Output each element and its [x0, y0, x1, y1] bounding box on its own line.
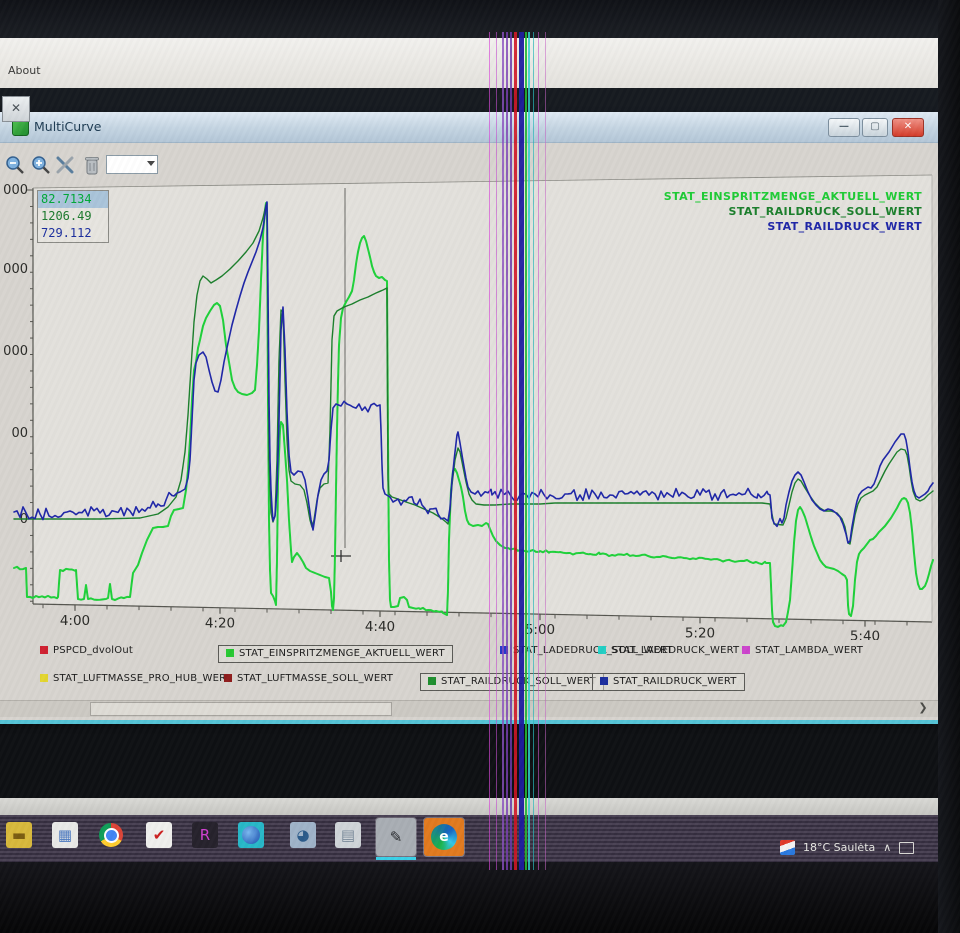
scrollbar-thumb[interactable] [90, 702, 392, 716]
legend-swatch [40, 646, 48, 654]
y-tick-label: 00 [11, 426, 28, 441]
trash-button[interactable] [83, 154, 101, 176]
legend-swatch [600, 677, 608, 685]
x-tick-label: 4:00 [60, 613, 90, 629]
monitor-photo: About ✕ MultiCurve —▢✕ 5 0000000000004:0… [0, 0, 960, 933]
edge-browser-icon[interactable]: e [423, 817, 465, 857]
minimize-button[interactable]: — [828, 118, 860, 137]
desktop-background [0, 722, 960, 798]
sketch-app-icon[interactable]: ✎ [375, 817, 417, 857]
chevron-down-icon [147, 161, 155, 166]
zoom-out-button[interactable] [5, 155, 25, 175]
active-series-label: STAT_RAILDRUCK_WERT [767, 220, 922, 233]
dead-pixel-line [514, 32, 517, 870]
y-tick-label: 000 [3, 344, 28, 359]
legend-item[interactable]: STAT_LADEDRUCK_WERT [598, 645, 739, 656]
legend-swatch [224, 674, 232, 682]
curve-select-dropdown[interactable] [106, 155, 158, 174]
dead-pixel-line [519, 32, 524, 870]
legend-label: STAT_EINSPRITZMENGE_AKTUELL_WERT [239, 648, 445, 659]
legend-label: STAT_LUFTMASSE_SOLL_WERT [237, 673, 394, 684]
chevron-up-icon[interactable]: ∧ [883, 841, 891, 854]
close-icon: ✕ [10, 101, 22, 115]
monitor-bezel-top [0, 0, 960, 38]
tab-close-button[interactable]: ✕ [2, 96, 30, 122]
legend-item[interactable]: STAT_LAMBDA_WERT [742, 645, 863, 656]
legend-label: STAT_LADEDRUCK_WERT [611, 645, 740, 656]
dead-pixel-line [525, 32, 527, 870]
window-titlebar[interactable] [0, 112, 940, 143]
active-app-indicator [376, 857, 416, 860]
globe-app-icon[interactable] [238, 822, 264, 848]
dead-pixel-line [510, 32, 512, 870]
tray-weather-text[interactable]: 18°C Saulėta [803, 841, 875, 854]
y-tick-label: 5 000 [0, 183, 28, 198]
legend-item[interactable]: STAT_LUFTMASSE_SOLL_WERT [224, 673, 393, 684]
active-series-legend: STAT_EINSPRITZMENGE_AKTUELL_WERT STAT_RAI… [300, 189, 922, 234]
x-tick-label: 4:40 [365, 619, 395, 635]
dead-pixel-line [496, 32, 497, 870]
legend-swatch [428, 677, 436, 685]
legend-item[interactable]: STAT_EINSPRITZMENGE_AKTUELL_WERT [218, 645, 453, 663]
readout-value: 1206.49 [41, 209, 92, 223]
legend-label: PSPCD_dvolOut [53, 645, 133, 656]
zoom-in-button[interactable] [31, 155, 51, 175]
dead-pixel-line [489, 32, 490, 870]
x-tick-label: 5:40 [850, 629, 880, 640]
legend-label: STAT_LAMBDA_WERT [755, 645, 864, 656]
x-tick-label: 4:20 [205, 616, 235, 632]
legend-swatch [40, 674, 48, 682]
y-tick-label: 000 [3, 262, 28, 277]
folder-app-icon[interactable]: ▬ [6, 822, 32, 848]
desktop-dark-band [0, 88, 960, 114]
readout-value: 82.7134 [38, 191, 108, 208]
monitor-bezel-right [938, 0, 960, 933]
scroll-right-arrow[interactable]: ❯ [912, 700, 934, 716]
chrome-icon[interactable] [98, 822, 124, 848]
utility-app-icon[interactable]: ▤ [335, 822, 361, 848]
plot-area[interactable] [33, 175, 932, 622]
legend-item[interactable]: PSPCD_dvolOut [40, 645, 133, 656]
legend-swatch [226, 649, 234, 657]
legend-swatch [742, 646, 750, 654]
monitor-bezel-bottom [0, 862, 960, 933]
dead-pixel-line [545, 32, 546, 870]
checklist-app-icon[interactable]: ✔ [146, 822, 172, 848]
menu-item-about[interactable]: About [8, 64, 41, 77]
active-series-label: STAT_RAILDRUCK_SOLL_WERT [728, 205, 922, 218]
cursor-readout-box: 82.7134 1206.49 729.112 [37, 190, 109, 243]
maximize-button[interactable]: ▢ [862, 118, 888, 137]
network-icon[interactable] [899, 841, 915, 854]
chart-plot[interactable]: 5 0000000000004:004:204:405:005:205:40 [0, 168, 940, 640]
legend-label: STAT_LUFTMASSE_PRO_HUB_WERT [53, 673, 232, 684]
legend-item[interactable]: STAT_LUFTMASSE_PRO_HUB_WERT [40, 673, 232, 684]
active-series-label: STAT_EINSPRITZMENGE_AKTUELL_WERT [663, 190, 922, 203]
dead-pixel-line [506, 32, 508, 870]
close-button[interactable]: ✕ [892, 118, 924, 137]
legend-item[interactable]: STAT_RAILDRUCK_WERT [592, 673, 745, 691]
system-tray: 18°C Saulėta ∧ [780, 840, 915, 855]
legend-swatch [598, 646, 606, 654]
dead-pixel-line [528, 32, 530, 870]
readout-value: 729.112 [41, 226, 92, 240]
weather-icon[interactable] [780, 840, 795, 855]
parent-app-menubar [0, 38, 960, 89]
dead-pixel-line [502, 32, 504, 870]
legend-label: STAT_RAILDRUCK_WERT [613, 676, 737, 687]
letters-app-icon[interactable]: R [192, 822, 218, 848]
photos-app-icon[interactable]: ▦ [52, 822, 78, 848]
cut-tool-button[interactable] [56, 156, 74, 174]
dead-pixel-line [538, 32, 539, 870]
x-tick-label: 5:20 [685, 625, 715, 640]
window-title: MultiCurve [34, 119, 102, 134]
sphere-app-icon[interactable]: ◕ [290, 822, 316, 848]
background-window-sliver [0, 798, 960, 815]
dead-pixel-line [533, 32, 534, 870]
